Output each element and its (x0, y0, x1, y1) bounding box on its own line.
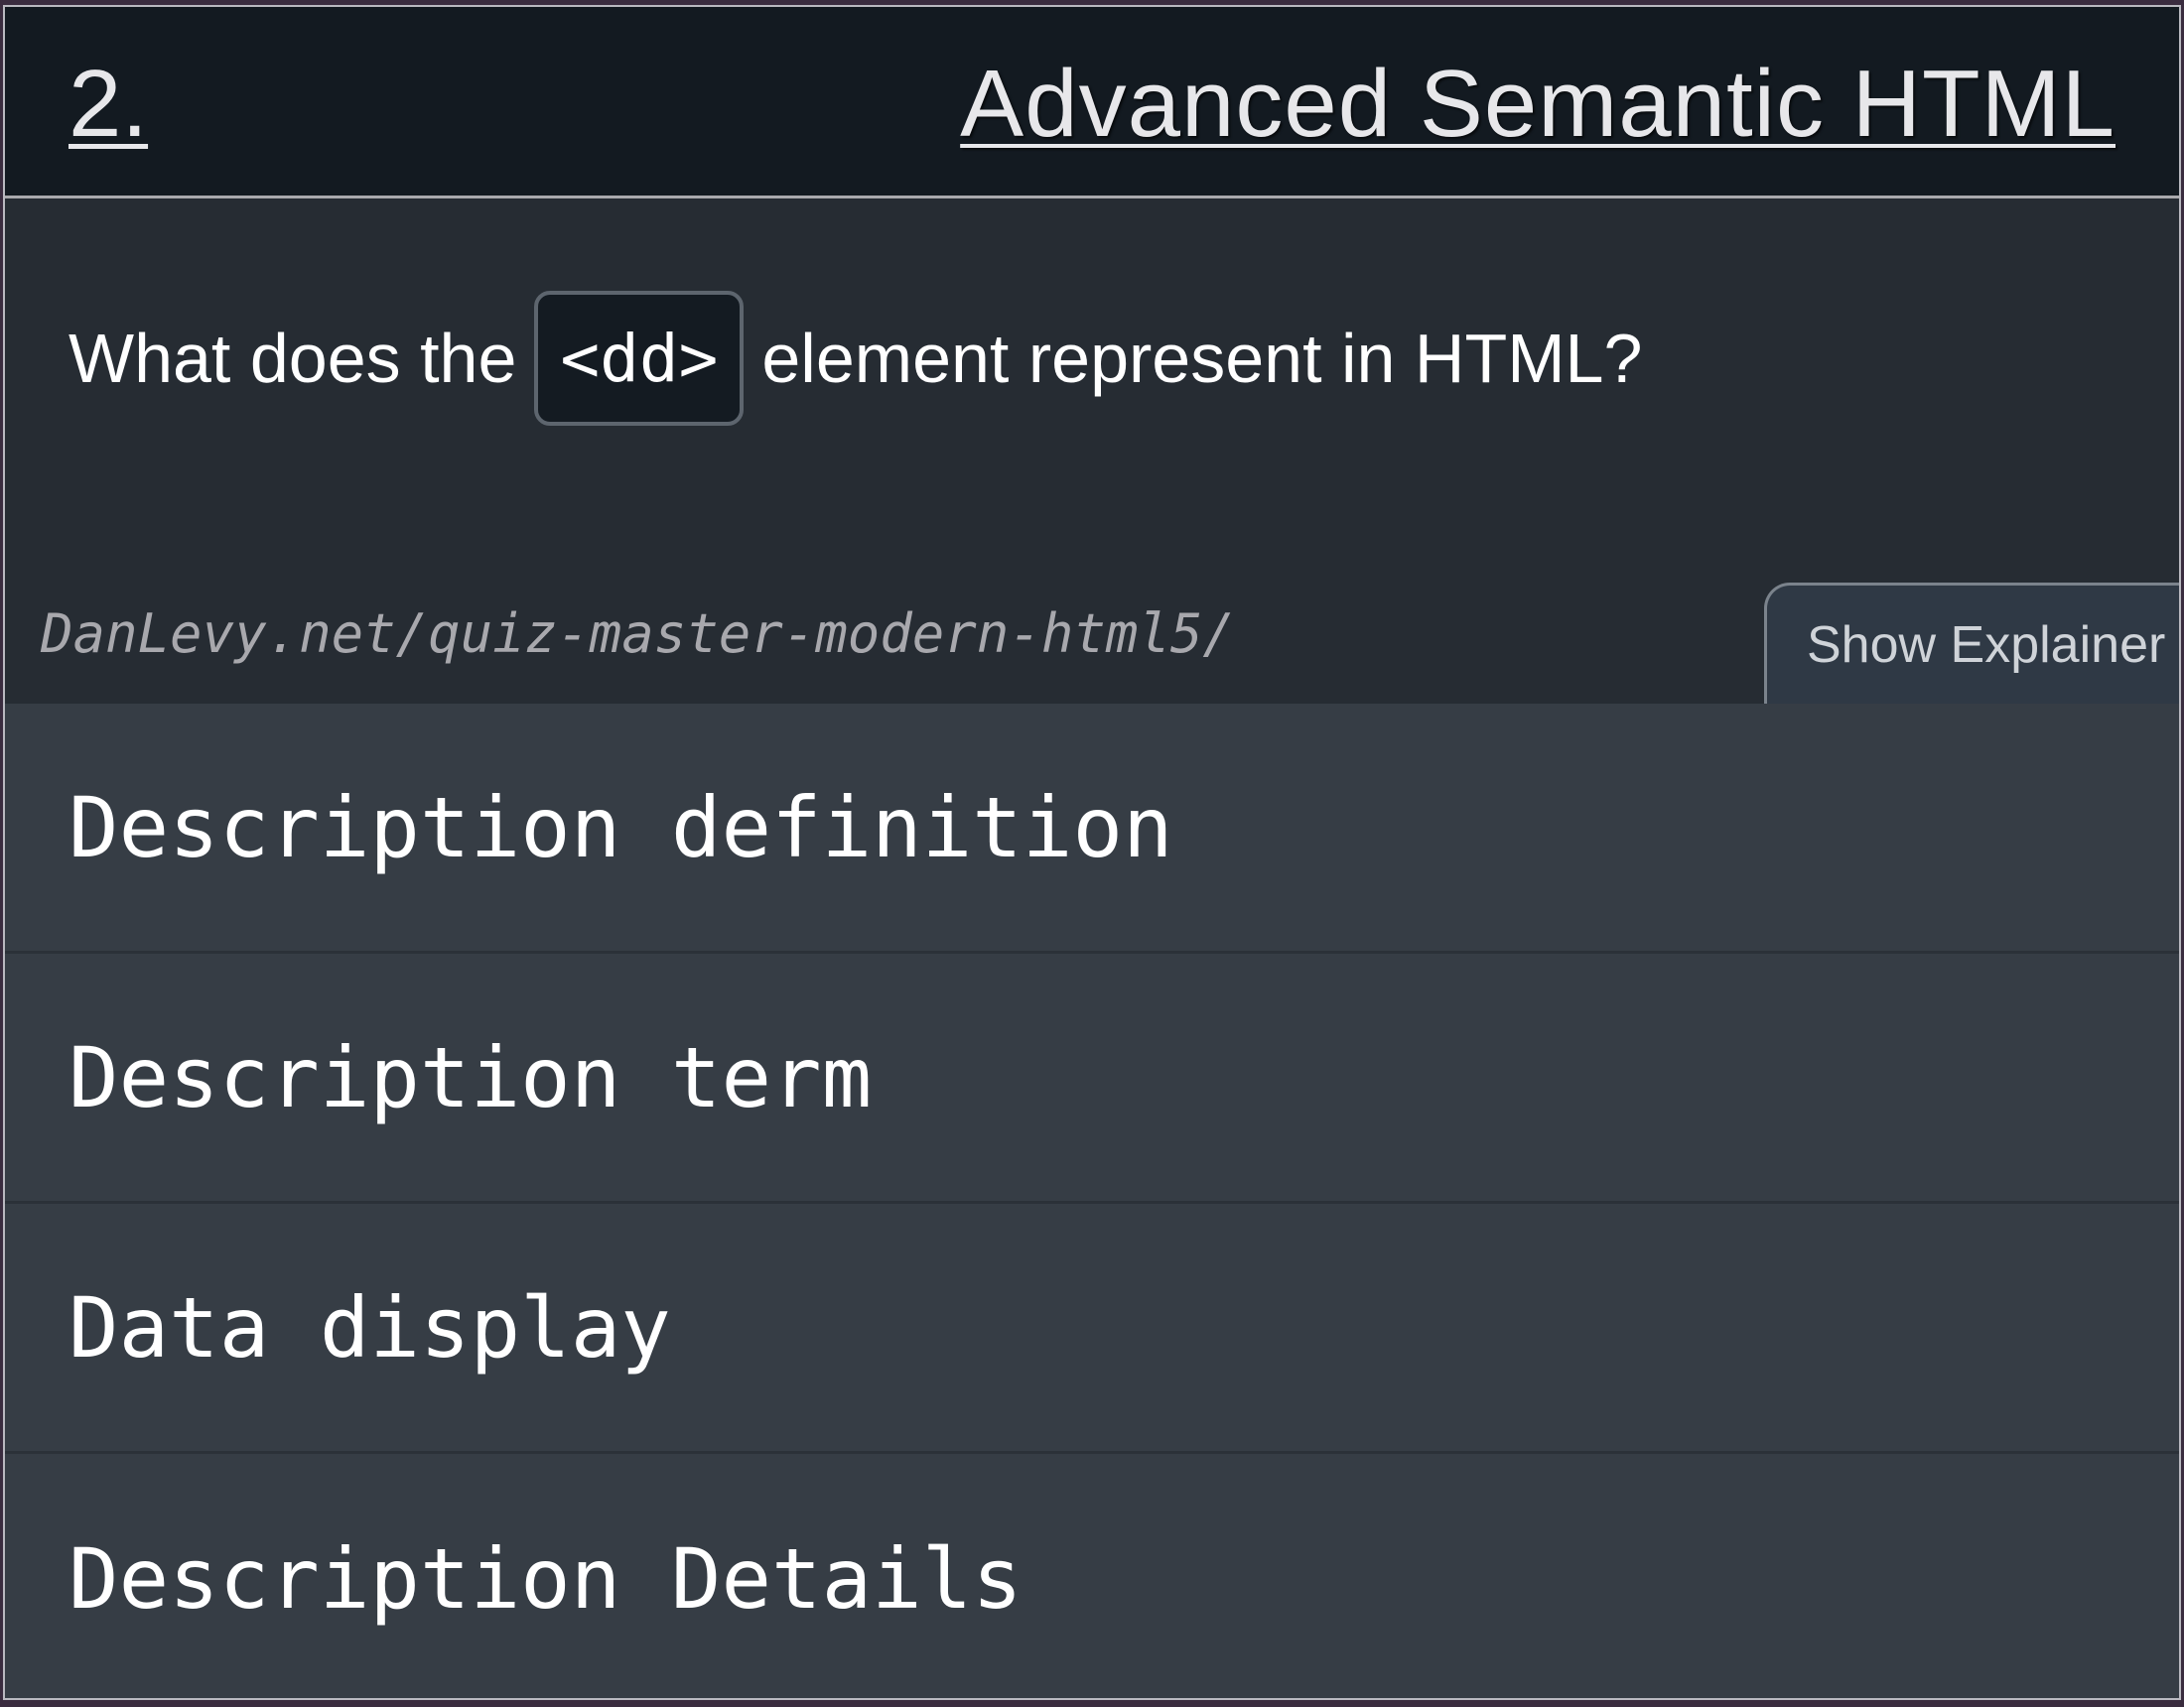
show-explainer-button[interactable]: Show Explainer (1764, 583, 2179, 704)
source-url: DanLevy.net/quiz-master-modern-html5/ (41, 602, 1235, 665)
quiz-header: 2. Advanced Semantic HTML (5, 7, 2179, 198)
question-text: What does the <dd> element represent in … (68, 291, 1642, 426)
quiz-card: 2. Advanced Semantic HTML What does the … (3, 5, 2181, 1700)
question-code-snippet: <dd> (534, 291, 745, 426)
question-prefix: What does the (68, 320, 517, 397)
answer-list: Description definition Description term … (5, 704, 2179, 1698)
answer-option[interactable]: Description term (5, 954, 2179, 1204)
quiz-title-link[interactable]: Advanced Semantic HTML (960, 51, 2116, 158)
answer-option[interactable]: Data display (5, 1204, 2179, 1454)
question-number-link[interactable]: 2. (68, 51, 148, 158)
question-suffix: element represent in HTML? (761, 320, 1643, 397)
answer-option[interactable]: Description Details (5, 1454, 2179, 1698)
answer-option[interactable]: Description definition (5, 704, 2179, 954)
